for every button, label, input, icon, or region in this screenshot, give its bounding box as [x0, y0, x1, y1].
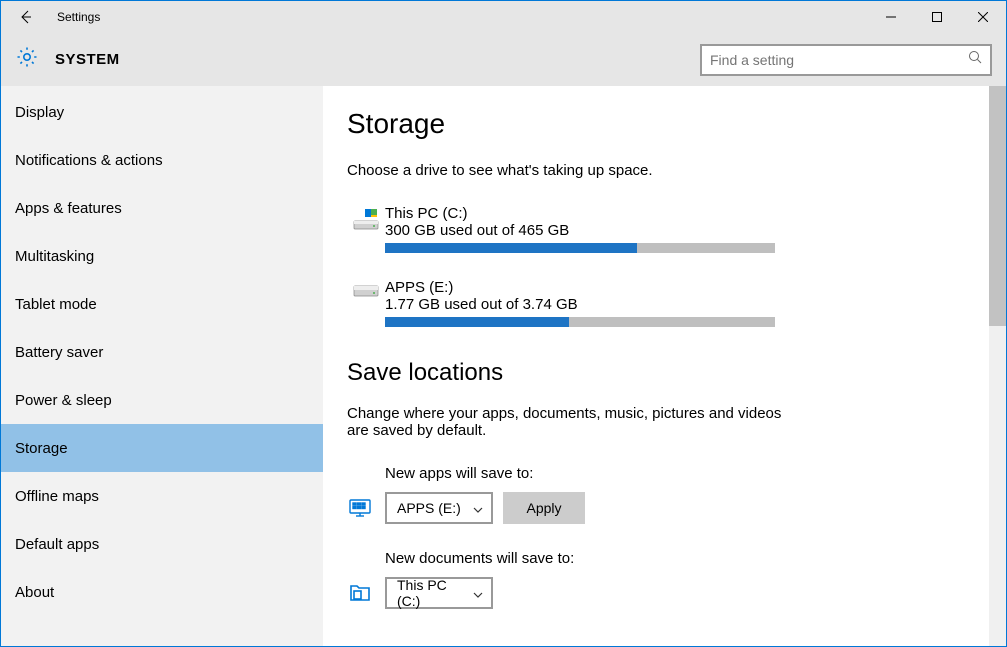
header: SYSTEM [1, 33, 1006, 86]
gear-icon [15, 45, 39, 74]
save-location-label: New apps will save to: [385, 465, 965, 482]
sidebar-item-battery-saver[interactable]: Battery saver [1, 328, 323, 376]
scrollbar[interactable] [989, 86, 1006, 646]
sidebar: DisplayNotifications & actionsApps & fea… [1, 86, 323, 646]
chevron-down-icon [473, 500, 483, 516]
titlebar: Settings [1, 1, 1006, 33]
save-locations-description: Change where your apps, documents, music… [347, 405, 787, 439]
sidebar-item-storage[interactable]: Storage [1, 424, 323, 472]
dropdown-value: APPS (E:) [397, 500, 461, 516]
save-location-row: APPS (E:) Apply [347, 492, 965, 524]
sidebar-item-apps-features[interactable]: Apps & features [1, 184, 323, 232]
drive-name: APPS (E:) [385, 279, 775, 296]
page-title: Storage [347, 108, 965, 140]
window-controls [868, 1, 1006, 33]
maximize-button[interactable] [914, 1, 960, 33]
search-box[interactable] [700, 44, 992, 76]
sidebar-item-power-sleep[interactable]: Power & sleep [1, 376, 323, 424]
sidebar-item-notifications-actions[interactable]: Notifications & actions [1, 136, 323, 184]
chevron-down-icon [473, 585, 483, 601]
usage-bar [385, 243, 775, 253]
save-location-dropdown[interactable]: This PC (C:) [385, 577, 493, 609]
dropdown-value: This PC (C:) [397, 577, 473, 609]
sidebar-item-default-apps[interactable]: Default apps [1, 520, 323, 568]
drive-usage: 1.77 GB used out of 3.74 GB [385, 296, 775, 313]
drive-name: This PC (C:) [385, 205, 775, 222]
drive-item[interactable]: APPS (E:)1.77 GB used out of 3.74 GB [347, 279, 965, 327]
save-location-row: This PC (C:) [347, 577, 965, 609]
sidebar-item-about[interactable]: About [1, 568, 323, 616]
back-button[interactable] [9, 1, 41, 33]
drive-icon [347, 205, 385, 253]
drive-item[interactable]: This PC (C:)300 GB used out of 465 GB [347, 205, 965, 253]
document-icon [347, 582, 385, 604]
close-button[interactable] [960, 1, 1006, 33]
sidebar-item-multitasking[interactable]: Multitasking [1, 232, 323, 280]
app-icon [347, 497, 385, 519]
drive-icon [347, 279, 385, 327]
sidebar-item-offline-maps[interactable]: Offline maps [1, 472, 323, 520]
window-title: Settings [57, 10, 100, 24]
search-icon [968, 50, 982, 69]
sidebar-item-tablet-mode[interactable]: Tablet mode [1, 280, 323, 328]
apply-button[interactable]: Apply [503, 492, 585, 524]
save-locations-heading: Save locations [347, 359, 965, 387]
save-location-label: New documents will save to: [385, 550, 965, 567]
drive-usage: 300 GB used out of 465 GB [385, 222, 775, 239]
storage-description: Choose a drive to see what's taking up s… [347, 162, 965, 179]
minimize-button[interactable] [868, 1, 914, 33]
save-location-dropdown[interactable]: APPS (E:) [385, 492, 493, 524]
content-area: Storage Choose a drive to see what's tak… [323, 86, 989, 646]
scrollbar-thumb[interactable] [989, 86, 1006, 326]
usage-bar [385, 317, 775, 327]
sidebar-item-display[interactable]: Display [1, 88, 323, 136]
search-input[interactable] [710, 52, 968, 68]
section-title: SYSTEM [55, 51, 120, 68]
